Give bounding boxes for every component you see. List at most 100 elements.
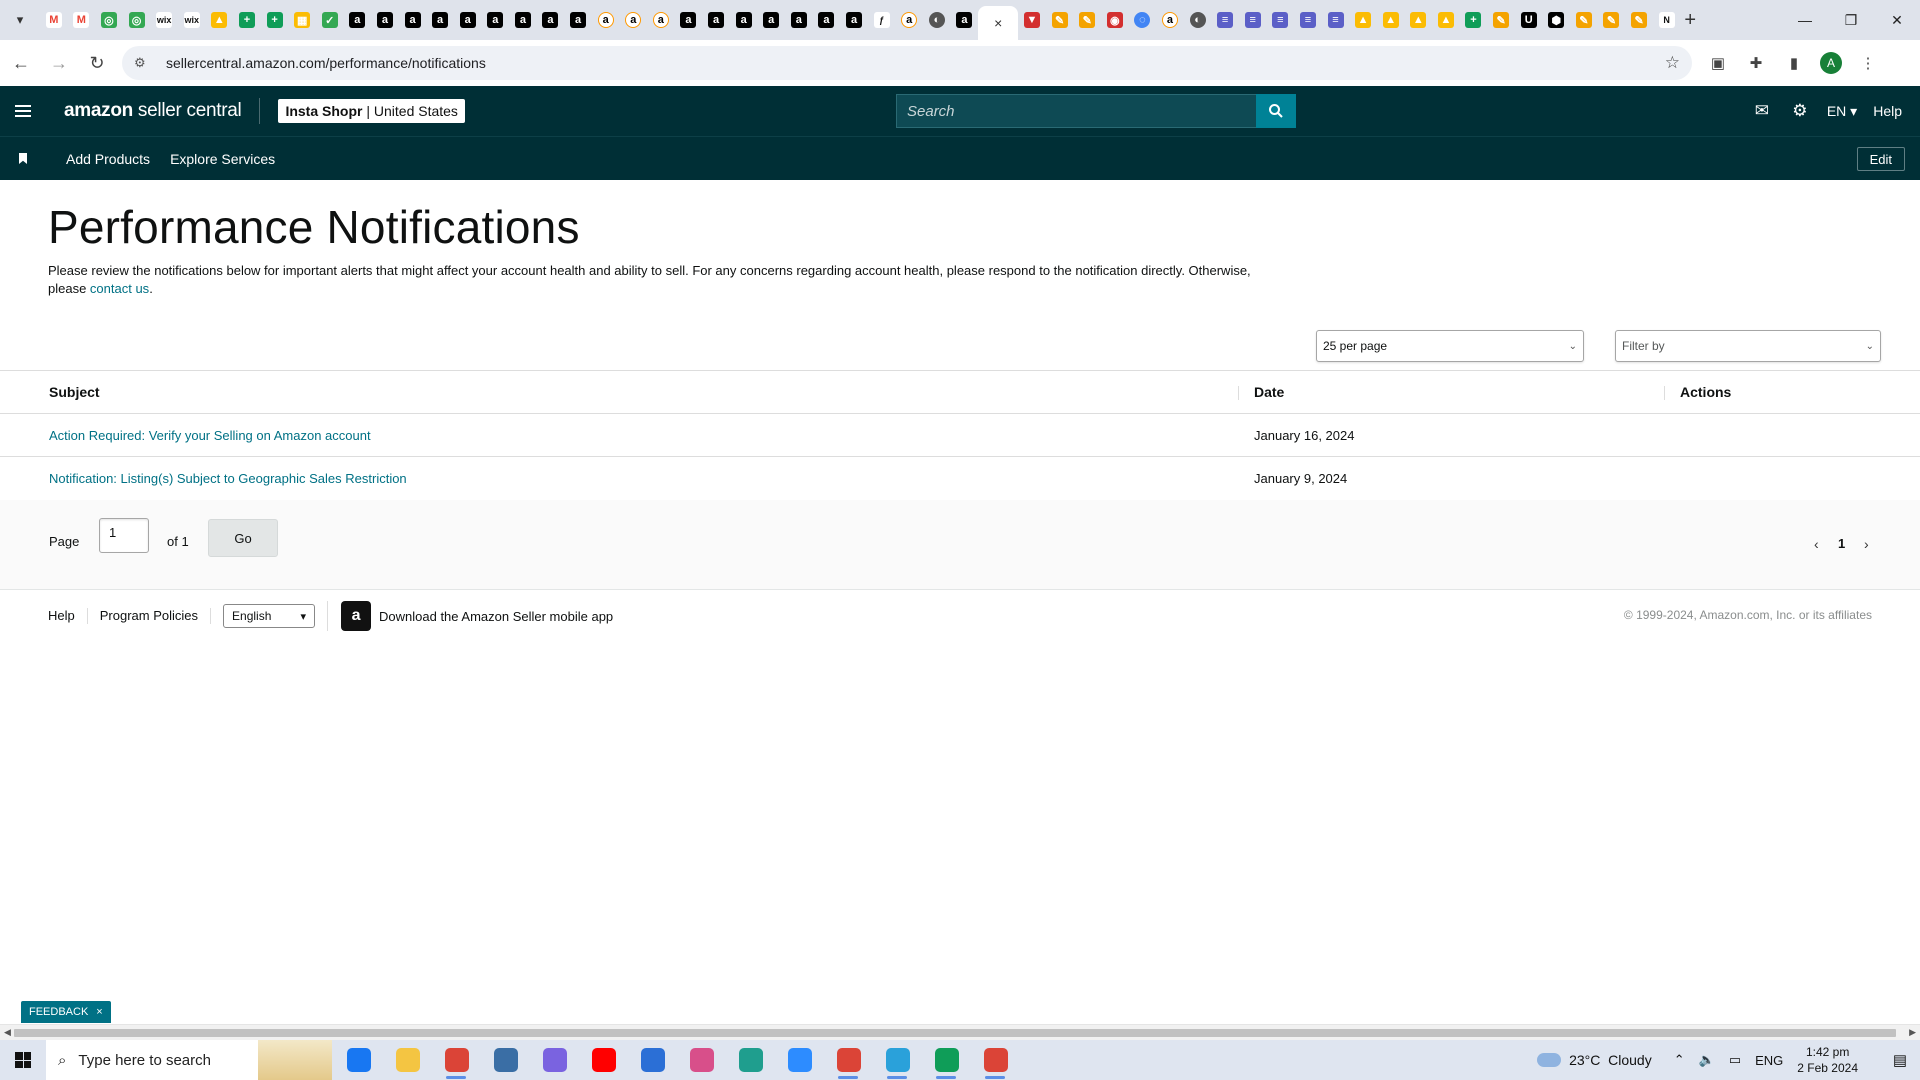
youtube-icon[interactable]	[579, 1040, 628, 1080]
search-input[interactable]: Search	[896, 94, 1256, 128]
browser-menu-icon[interactable]: ⋮	[1856, 51, 1880, 75]
contact-us-link[interactable]: contact us	[90, 281, 149, 296]
tab-amazon-icon[interactable]: a	[509, 0, 537, 40]
chrome-profile-icon[interactable]	[824, 1040, 873, 1080]
tab-app-icon[interactable]: ≡	[1322, 0, 1350, 40]
tab-drive-icon[interactable]: ▲	[1377, 0, 1405, 40]
tab-app-icon[interactable]: ✎	[1570, 0, 1598, 40]
input-language[interactable]: ENG	[1755, 1053, 1783, 1068]
taskbar-search[interactable]: ⌕ Type here to search	[46, 1040, 332, 1080]
tab-amazon-icon[interactable]: a	[619, 0, 647, 40]
download-app-link[interactable]: Download the Amazon Seller mobile app	[379, 609, 613, 624]
tab-drive-icon[interactable]: ▲	[1349, 0, 1377, 40]
extension-off-icon[interactable]: ▣	[1706, 51, 1730, 75]
calculator-icon[interactable]	[481, 1040, 530, 1080]
tab-amazon-icon[interactable]: a	[675, 0, 703, 40]
tab-grammarly-icon[interactable]: ◎	[123, 0, 151, 40]
tab-wix-icon[interactable]: wix	[178, 0, 206, 40]
filter-select[interactable]: Filter by ⌄	[1615, 330, 1881, 362]
tab-amazon-icon[interactable]: a	[840, 0, 868, 40]
tab-amazon-icon[interactable]: a	[785, 0, 813, 40]
tab-app-icon[interactable]: ◌	[1129, 0, 1157, 40]
tab-amazon-icon[interactable]: a	[344, 0, 372, 40]
hamburger-menu-icon[interactable]	[0, 86, 46, 136]
store-selector[interactable]: Insta Shopr | United States	[278, 99, 465, 123]
settings-gear-icon[interactable]: ⚙	[1781, 86, 1819, 136]
tab-drive-icon[interactable]: ▲	[1432, 0, 1460, 40]
tab-amazon-icon[interactable]: a	[757, 0, 785, 40]
amazon-seller-app-icon[interactable]: a	[341, 601, 372, 631]
tab-amazon-icon[interactable]: a	[537, 0, 565, 40]
url-text[interactable]: sellercentral.amazon.com/performance/not…	[166, 55, 486, 71]
telegram-icon[interactable]	[873, 1040, 922, 1080]
copilot-icon[interactable]	[530, 1040, 579, 1080]
tab-app-icon[interactable]: ✎	[1487, 0, 1515, 40]
tab-amazon-icon[interactable]: a	[813, 0, 841, 40]
go-button[interactable]: Go	[208, 519, 278, 557]
per-page-select[interactable]: 25 per page ⌄	[1316, 330, 1584, 362]
tab-amazon-icon[interactable]: a	[730, 0, 758, 40]
page-number-input[interactable]: 1	[99, 518, 149, 553]
tab-app-icon[interactable]: ◐	[1184, 0, 1212, 40]
seller-central-logo[interactable]: amazon seller central	[64, 100, 242, 122]
previous-page-icon[interactable]: ‹	[1814, 536, 1819, 552]
weather-widget[interactable]: 23°C Cloudy	[1537, 1052, 1652, 1068]
tab-amazon-icon[interactable]: a	[371, 0, 399, 40]
minimize-icon[interactable]: —	[1782, 0, 1828, 40]
tab-grammarly-icon[interactable]: ◎	[95, 0, 123, 40]
site-info-icon[interactable]: ⚙	[134, 55, 152, 71]
scrollbar-thumb[interactable]	[14, 1029, 1896, 1037]
footer-help-link[interactable]: Help	[36, 608, 88, 624]
facebook-icon[interactable]	[334, 1040, 383, 1080]
tab-app-icon[interactable]: N	[1653, 0, 1681, 40]
tab-amazon-icon[interactable]: a	[426, 0, 454, 40]
language-selector[interactable]: EN ▾	[1827, 103, 1857, 120]
tab-app-icon[interactable]: ⬢	[1542, 0, 1570, 40]
tab-sheets-icon[interactable]: +	[1460, 0, 1488, 40]
active-tab[interactable]: ×	[978, 6, 1019, 40]
feedback-button[interactable]: FEEDBACK ×	[21, 1001, 111, 1023]
tab-drive-icon[interactable]: ▲	[1405, 0, 1433, 40]
snipping-icon[interactable]	[677, 1040, 726, 1080]
tab-gmail-icon[interactable]: M	[40, 0, 68, 40]
clock[interactable]: 1:42 pm 2 Feb 2024	[1797, 1044, 1858, 1076]
close-window-icon[interactable]: ✕	[1874, 0, 1920, 40]
speaker-icon[interactable]: 🔈	[1699, 1052, 1715, 1068]
bookmark-star-icon[interactable]: ☆	[1665, 53, 1680, 73]
tab-amazon-icon[interactable]: a	[399, 0, 427, 40]
chevron-up-icon[interactable]: ⌃	[1674, 1052, 1685, 1068]
address-bar[interactable]: ⚙ sellercentral.amazon.com/performance/n…	[122, 46, 1692, 80]
footer-program-policies-link[interactable]: Program Policies	[88, 608, 212, 624]
back-icon[interactable]: ←	[4, 46, 38, 80]
tab-app-icon[interactable]: ✎	[1625, 0, 1653, 40]
nav-add-products[interactable]: Add Products	[66, 151, 150, 167]
edit-nav-button[interactable]: Edit	[1856, 147, 1905, 171]
zoom-icon[interactable]	[775, 1040, 824, 1080]
tab-app-icon[interactable]: ≡	[1239, 0, 1267, 40]
tab-app-icon[interactable]: ≡	[1267, 0, 1295, 40]
tab-wix-icon[interactable]: wix	[150, 0, 178, 40]
notification-subject-link[interactable]: Notification: Listing(s) Subject to Geog…	[49, 471, 407, 486]
network-icon[interactable]: ▭	[1729, 1052, 1741, 1068]
windows-start-icon[interactable]	[0, 1040, 46, 1080]
next-page-icon[interactable]: ›	[1864, 536, 1869, 552]
restore-icon[interactable]: ❐	[1828, 0, 1874, 40]
tab-gmail-icon[interactable]: M	[68, 0, 96, 40]
footer-language-select[interactable]: English ▾	[223, 604, 316, 628]
tab-amazon-icon[interactable]: a	[951, 0, 979, 40]
chrome-profile-a-icon[interactable]	[922, 1040, 971, 1080]
tab-amazon-icon[interactable]: a	[1156, 0, 1184, 40]
current-page-number[interactable]: 1	[1838, 536, 1845, 551]
tab-amazon-icon[interactable]: a	[564, 0, 592, 40]
help-link[interactable]: Help	[1873, 103, 1902, 119]
new-tab-icon[interactable]: +	[1680, 0, 1700, 40]
forward-icon[interactable]: →	[42, 46, 76, 80]
chrome-icon[interactable]	[432, 1040, 481, 1080]
tab-app-icon[interactable]: U	[1515, 0, 1543, 40]
notification-subject-link[interactable]: Action Required: Verify your Selling on …	[49, 428, 371, 443]
tab-amazon-icon[interactable]: a	[482, 0, 510, 40]
tab-app-icon[interactable]: ≡	[1211, 0, 1239, 40]
extensions-puzzle-icon[interactable]: ✚	[1744, 51, 1768, 75]
tab-app-icon[interactable]: ✎	[1046, 0, 1074, 40]
tab-app-icon[interactable]: ✓	[316, 0, 344, 40]
